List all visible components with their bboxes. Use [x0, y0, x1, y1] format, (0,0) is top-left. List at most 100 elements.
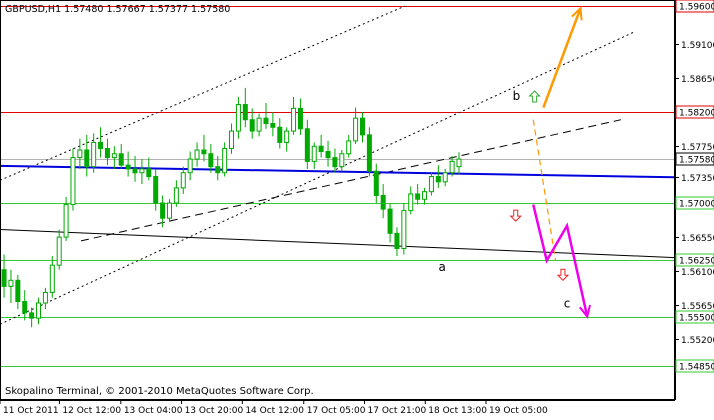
candle-body	[146, 168, 152, 178]
candle-body	[373, 170, 379, 196]
candle-body	[422, 191, 428, 200]
candle-body	[249, 119, 255, 132]
footer-copyright: Skopalino Terminal, © 2001-2010 MetaQuot…	[5, 386, 314, 397]
price-tick-label: 1.56550	[681, 234, 714, 244]
candle-body	[401, 210, 407, 249]
candle-body	[339, 153, 345, 168]
chart-container: a b c 1.59100 1.58650 1.57750 1.57350 1.56550 1…	[0, 0, 714, 416]
time-tick-label: 12 Oct 12:00	[62, 406, 121, 416]
candle-body	[1, 269, 7, 287]
candle-body	[415, 193, 421, 200]
level-price-label: 1.56250	[679, 257, 714, 267]
time-tick-label: 13 Oct 20:00	[185, 406, 244, 416]
candle-body	[332, 157, 338, 168]
candle-body	[456, 158, 462, 168]
candle-body	[277, 126, 283, 143]
candle-body	[29, 312, 35, 319]
candle-body	[49, 264, 55, 293]
candle-body	[98, 141, 104, 149]
candle-body	[132, 168, 138, 174]
candle	[428, 172, 434, 196]
candle-body	[291, 107, 297, 132]
candle-body	[56, 236, 62, 266]
price-tick-label: 1.59100	[681, 41, 714, 51]
candle-body	[359, 117, 365, 136]
candle-body	[166, 202, 172, 219]
time-tick-label: 19 Oct 05:00	[489, 406, 548, 416]
candle-body	[153, 176, 159, 204]
price-tick-label: 1.57750	[681, 143, 714, 153]
candle-body	[270, 122, 276, 128]
level-price-label: 1.58200	[679, 109, 714, 119]
candle-body	[442, 172, 448, 183]
candle-body	[63, 204, 69, 238]
time-tick-label: 14 Oct 12:00	[245, 406, 304, 416]
candle-body	[173, 187, 179, 204]
time-tick-label: 18 Oct 13:00	[428, 406, 487, 416]
candle-body	[235, 104, 241, 132]
wave-label: a	[438, 260, 445, 274]
candle	[166, 199, 172, 222]
candle-body	[215, 166, 221, 174]
price-tick-label: 1.57350	[681, 174, 714, 184]
candle-body	[201, 149, 207, 155]
candle-body	[229, 130, 235, 149]
candle-body	[111, 153, 117, 159]
candle-body	[222, 147, 228, 174]
candle	[401, 203, 407, 255]
candle-body	[284, 130, 290, 143]
candle-body	[387, 208, 393, 234]
candle-body	[77, 149, 83, 159]
candle-body	[104, 147, 110, 159]
candle-body	[15, 279, 21, 303]
candle-body	[36, 302, 42, 319]
candle-body	[325, 151, 331, 159]
time-tick-label: 13 Oct 04:00	[124, 406, 183, 416]
candle-body	[366, 134, 372, 172]
candle	[366, 127, 372, 177]
candle-body	[304, 128, 310, 162]
candle-body	[84, 149, 90, 168]
candle-body	[208, 153, 214, 168]
level-price-label: 1.54850	[679, 363, 714, 373]
level-price-label: 1.59600	[679, 3, 714, 13]
current-price-label: 1.57580	[679, 156, 714, 166]
candle-body	[70, 157, 76, 206]
symbol-header: GBPUSD,H1 1.57480 1.57667 1.57377 1.5758…	[5, 4, 230, 15]
candle-body	[318, 145, 324, 153]
candle-body	[394, 232, 400, 249]
candle-body	[263, 117, 269, 124]
price-tick-label: 1.55200	[681, 336, 714, 346]
candle-body	[125, 164, 131, 170]
candle-body	[380, 194, 386, 210]
time-tick-label: 17 Oct 21:00	[368, 406, 427, 416]
candle-body	[311, 145, 317, 162]
candle-body	[242, 104, 248, 121]
candle-body	[353, 117, 359, 142]
wave-label: c	[564, 297, 571, 311]
candle-body	[297, 107, 303, 130]
candle-body	[428, 176, 434, 193]
candle-body	[435, 176, 441, 183]
candle-body	[42, 291, 48, 304]
time-tick-label: 17 Oct 05:00	[307, 406, 366, 416]
candle-body	[160, 202, 166, 219]
candle-body	[187, 158, 193, 174]
candle	[70, 148, 76, 211]
candle-body	[194, 149, 200, 160]
candle-body	[408, 193, 414, 212]
candle-body	[256, 117, 262, 132]
price-tick-label: 1.56100	[681, 268, 714, 278]
price-chart: a b c 1.59100 1.58650 1.57750 1.57350 1.56550 1…	[0, 0, 714, 416]
candle-body	[22, 301, 28, 314]
level-price-label: 1.55500	[679, 314, 714, 324]
candle-body	[180, 172, 186, 189]
time-tick-label: 11 Oct 2011	[3, 406, 59, 416]
level-price-label: 1.57000	[679, 200, 714, 210]
price-tick-label: 1.58650	[681, 75, 714, 85]
candle-body	[346, 140, 352, 155]
candle-body	[118, 153, 124, 166]
candle-body	[91, 141, 97, 168]
candle-body	[8, 279, 14, 287]
candle-body	[139, 168, 145, 174]
